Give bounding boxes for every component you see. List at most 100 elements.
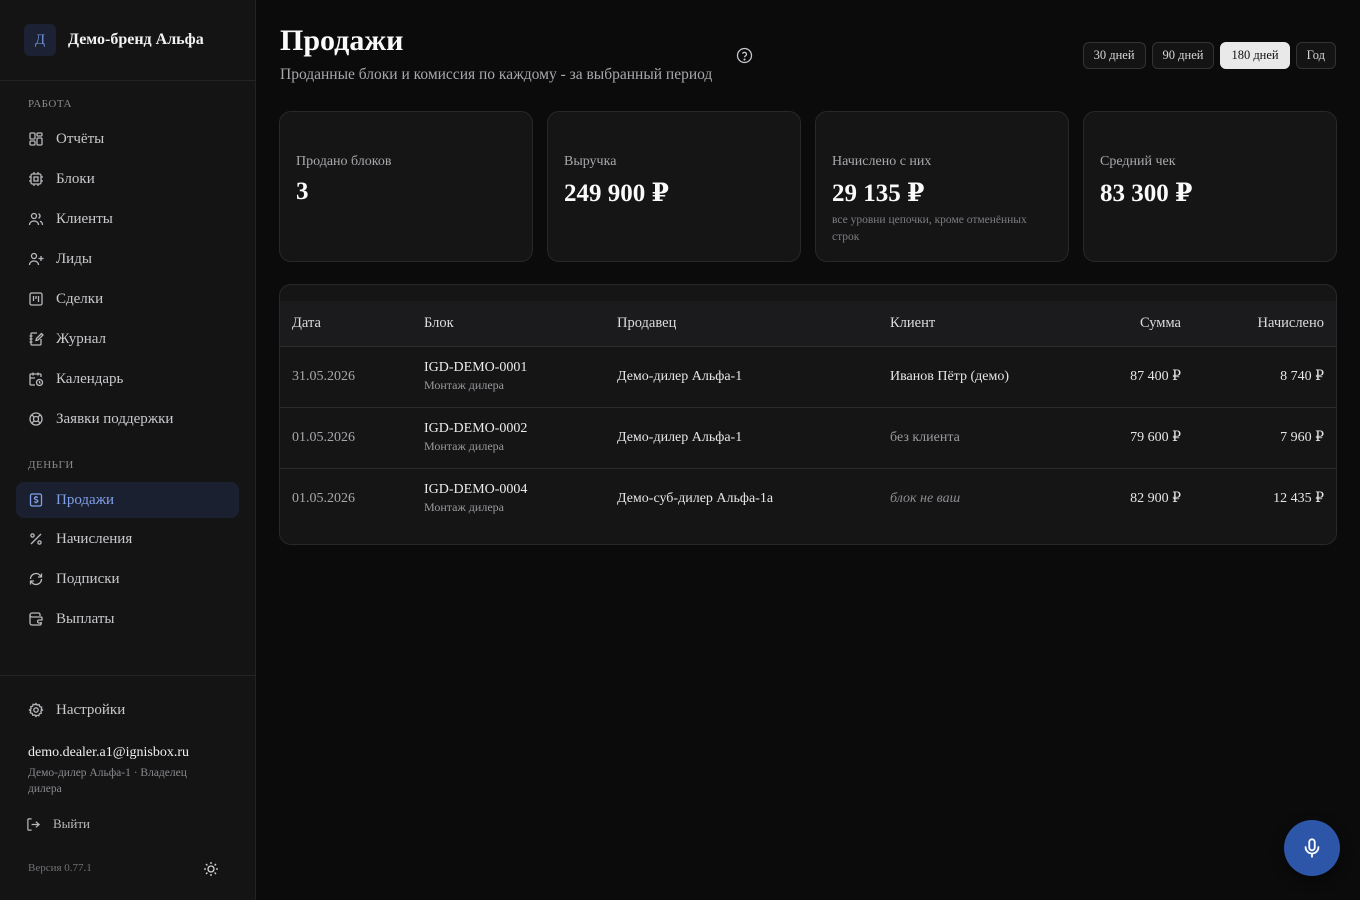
chip-icon [29,172,43,186]
sidebar-item-label: Журнал [56,330,107,347]
cell-seller: Демо-дилер Альфа-1 [617,368,743,384]
cell-amount: 87 400 ₽ [1130,369,1181,384]
stat-card-accrued: Начислено с них 29 135 ₽ все уровни цепо… [815,111,1069,262]
sidebar-item-label: Сделки [56,290,104,307]
sales-table-container: Дата Блок Продавец Клиент Сумма Начислен… [279,284,1337,545]
block-code: IGD-DEMO-0004 [424,482,528,498]
logout-button[interactable]: Выйти [26,816,90,832]
cell-accrued: 8 740 ₽ [1280,369,1324,384]
cell-amount: 79 600 ₽ [1130,430,1181,445]
sun-icon [204,862,218,876]
cell-client: без клиента [890,429,960,445]
stat-card-sold-blocks: Продано блоков 3 [279,111,533,262]
cell-date: 31.05.2026 [292,368,355,384]
block-type: Монтаж дилера [424,439,504,453]
table-row[interactable]: 01.05.2026 IGD-DEMO-0004 Монтаж дилера Д… [280,468,1336,529]
dashboard-icon [29,132,43,146]
notebook-pen-icon [29,332,44,346]
sidebar-item-leads[interactable]: Лиды [16,241,239,277]
stat-label: Начислено с них [832,154,932,169]
sidebar-item-label: Лиды [56,250,92,267]
sidebar-item-subscriptions[interactable]: Подписки [16,561,239,597]
cell-accrued: 12 435 ₽ [1273,491,1324,507]
stat-value: 29 135 ₽ [832,180,925,207]
cell-date: 01.05.2026 [292,490,355,506]
period-year-button[interactable]: Год [1295,42,1336,69]
user-email: demo.dealer.a1@ignisbox.ru [28,745,190,760]
cell-block: IGD-DEMO-0001 Монтаж дилера [412,346,605,407]
sidebar-item-calendar[interactable]: Календарь [16,361,239,397]
cell-client: Иванов Пётр (демо) [890,368,1009,384]
sidebar-item-label: Выплаты [56,610,115,627]
table-row[interactable]: 01.05.2026 IGD-DEMO-0002 Монтаж дилера Д… [280,407,1336,468]
column-header-accrued: Начислено [1193,301,1336,347]
help-icon[interactable] [736,47,753,64]
stat-value: 3 [296,178,309,205]
column-header-date: Дата [280,301,412,347]
column-header-seller: Продавец [605,301,878,347]
table-header-row: Дата Блок Продавец Клиент Сумма Начислен… [280,301,1336,347]
section-label-work: Работа [28,98,72,110]
brand: Д Демо-бренд Альфа [0,0,255,81]
microphone-icon [1304,838,1320,858]
cell-block: IGD-DEMO-0002 Монтаж дилера [412,407,605,468]
refresh-icon [29,572,43,586]
sidebar-item-blocks[interactable]: Блоки [16,161,239,197]
sidebar-item-support[interactable]: Заявки поддержки [16,401,239,437]
logout-label: Выйти [53,816,91,831]
page-subtitle: Проданные блоки и комиссия по каждому - … [280,66,713,83]
sales-table: Дата Блок Продавец Клиент Сумма Начислен… [280,301,1336,529]
sidebar-item-reports[interactable]: Отчёты [16,121,239,157]
receipt-dollar-icon [29,493,43,507]
theme-toggle-button[interactable] [200,858,222,880]
calendar-clock-icon [29,372,44,387]
block-type: Монтаж дилера [424,500,504,515]
sidebar-item-label: Клиенты [56,210,113,227]
sidebar-item-label: Настройки [56,701,126,718]
cell-client: блок не ваш [890,490,961,506]
sidebar-item-settings[interactable]: Настройки [16,692,239,728]
stat-card-average-check: Средний чек 83 300 ₽ [1083,111,1337,262]
sidebar: Д Демо-бренд Альфа Работа Отчёты Блоки К… [0,0,256,900]
sidebar-item-label: Отчёты [56,130,105,147]
cell-amount: 82 900 ₽ [1130,491,1181,507]
brand-logo: Д [24,24,56,56]
column-header-amount: Сумма [1068,301,1193,347]
sidebar-item-journal[interactable]: Журнал [16,321,239,357]
sidebar-footer: Настройки demo.dealer.a1@ignisbox.ru Дем… [0,675,255,900]
logout-icon [27,817,41,831]
period-selector: 30 дней 90 дней 180 дней Год [1082,42,1336,69]
column-header-block: Блок [412,301,605,347]
stat-label: Выручка [564,154,617,169]
user-role: Демо-дилер Альфа-1 · Владелец дилера [28,767,187,795]
sidebar-item-label: Начисления [56,530,133,547]
brand-name: Демо-бренд Альфа [68,31,204,48]
percent-icon [30,533,42,545]
cell-seller: Демо-суб-дилер Альфа-1а [617,490,774,506]
gear-icon [28,702,44,718]
voice-input-button[interactable] [1284,820,1340,876]
app-version: Версия 0.77.1 [28,862,92,874]
sidebar-item-label: Продажи [56,491,115,508]
stat-value: 249 900 ₽ [564,180,669,207]
sidebar-item-label: Календарь [56,370,124,387]
table-row[interactable]: 31.05.2026 IGD-DEMO-0001 Монтаж дилера Д… [280,346,1336,407]
sidebar-item-clients[interactable]: Клиенты [16,201,239,237]
sidebar-item-payouts[interactable]: Выплаты [16,601,239,637]
sidebar-item-accruals[interactable]: Начисления [16,521,239,557]
sidebar-item-deals[interactable]: Сделки [16,281,239,317]
period-180-days-button[interactable]: 180 дней [1220,42,1290,69]
period-30-days-button[interactable]: 30 дней [1082,42,1146,69]
page-title: Продажи [280,24,404,57]
stat-value: 83 300 ₽ [1100,180,1193,207]
cell-date: 01.05.2026 [292,429,355,445]
users-icon [28,212,44,226]
block-type: Монтаж дилера [424,378,504,392]
period-90-days-button[interactable]: 90 дней [1151,42,1215,69]
column-header-client: Клиент [878,301,1068,347]
sidebar-item-label: Блоки [56,170,95,187]
kanban-icon [29,292,43,306]
stat-note: все уровни цепочки, кроме отменённых стр… [832,214,1027,243]
wallet-icon [29,612,43,626]
sidebar-item-sales[interactable]: Продажи [16,482,239,518]
